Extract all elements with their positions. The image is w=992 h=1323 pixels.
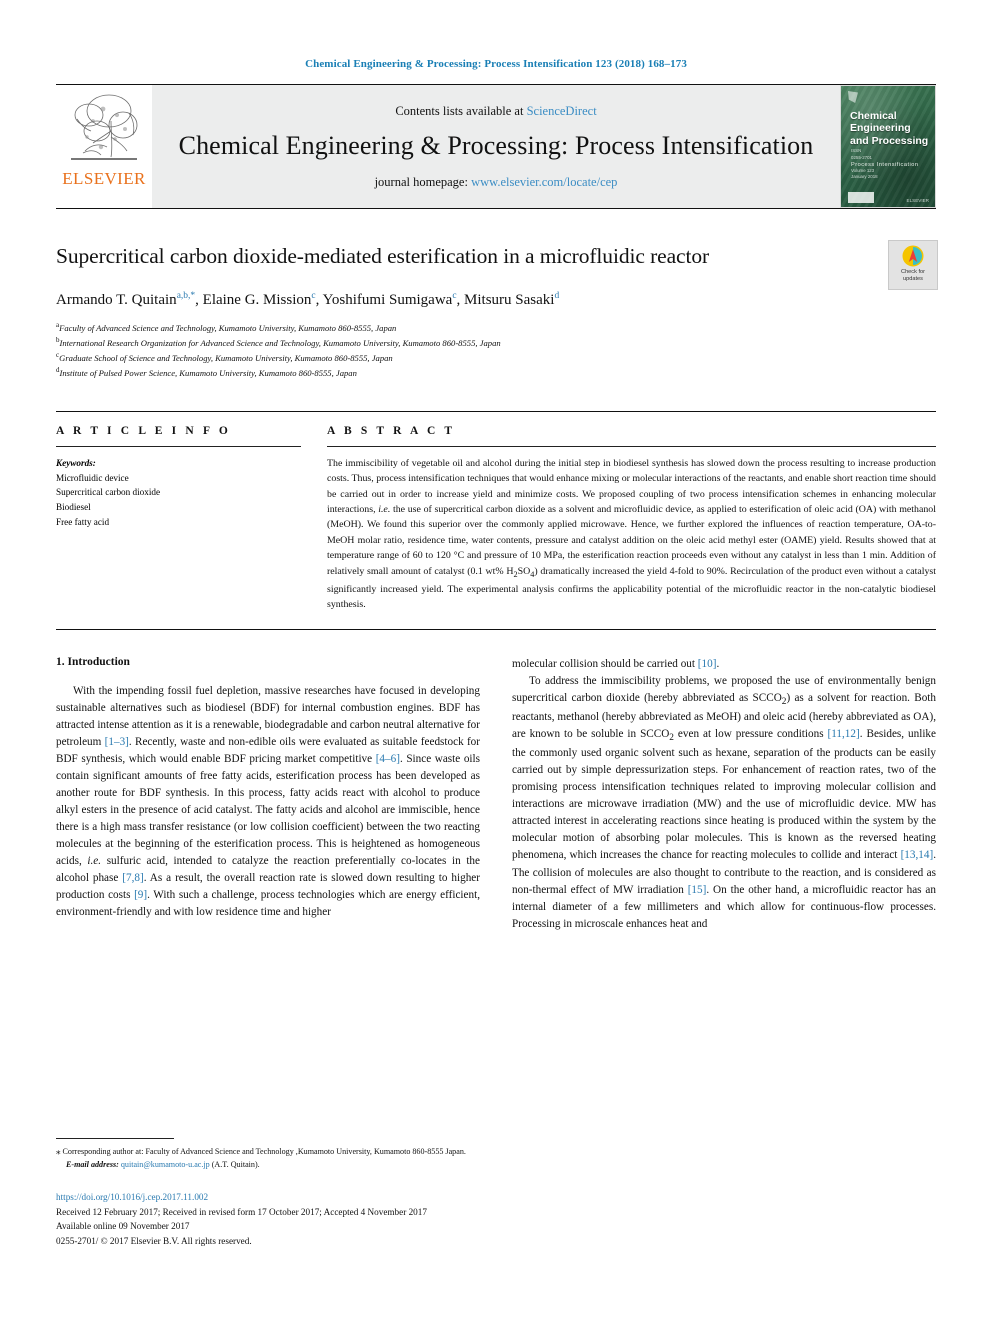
affiliation-text: Graduate School of Science and Technolog… [59, 353, 393, 364]
abstract-rule [327, 445, 936, 447]
affiliation-text: International Research Organization for … [59, 337, 501, 348]
doi-link[interactable]: https://doi.org/10.1016/j.cep.2017.11.00… [56, 1190, 616, 1205]
journal-title: Chemical Engineering & Processing: Proce… [178, 130, 814, 160]
keywords-label: Keywords: [56, 457, 96, 468]
title-block: Supercritical carbon dioxide-mediated es… [56, 240, 938, 381]
masthead-bottom-rule [56, 208, 936, 209]
affiliation-item: aFaculty of Advanced Science and Technol… [56, 320, 936, 335]
contents-prefix: Contents lists available at [395, 103, 527, 118]
crossmark-badge[interactable]: Check for updates [888, 240, 938, 290]
intro-paragraph-right: To address the immiscibility problems, w… [512, 674, 937, 930]
masthead-center: Contents lists available at ScienceDirec… [152, 85, 840, 208]
journal-cover-thumbnail[interactable]: Chemical Engineering and Processing Proc… [840, 85, 936, 208]
publication-info: https://doi.org/10.1016/j.cep.2017.11.00… [56, 1190, 616, 1249]
affiliation-item: cGraduate School of Science and Technolo… [56, 350, 936, 365]
email-suffix: (A.T. Quitain). [211, 1159, 260, 1169]
article-page: Chemical Engineering & Processing: Proce… [0, 0, 992, 1323]
article-info-rule [56, 445, 301, 447]
available-online: Available online 09 November 2017 [56, 1221, 190, 1232]
cover-imprint: ELSEVIER [906, 198, 929, 203]
article-info-column: A R T I C L E I N F O Keywords: Microflu… [56, 425, 301, 613]
homepage-prefix: journal homepage: [374, 174, 472, 189]
intro-paragraph-left: With the impending fossil fuel depletion… [56, 684, 480, 918]
cover-footer-block [848, 192, 874, 203]
body-column-left: 1. Introduction With the impending fossi… [56, 656, 480, 933]
crossmark-icon [902, 245, 924, 267]
elsevier-wordmark: ELSEVIER [62, 169, 146, 188]
abstract-column: A B S T R A C T The immiscibility of veg… [327, 425, 936, 613]
article-info-heading: A R T I C L E I N F O [56, 424, 231, 437]
sciencedirect-link[interactable]: ScienceDirect [527, 104, 597, 118]
journal-homepage-link[interactable]: www.elsevier.com/locate/cep [471, 175, 617, 189]
running-head: Chemical Engineering & Processing: Proce… [305, 58, 687, 70]
body-columns: 1. Introduction With the impending fossi… [56, 656, 936, 933]
section-title-introduction: 1. Introduction [56, 655, 130, 668]
author-list: Armando T. Quitaina,b,*, Elaine G. Missi… [56, 290, 560, 308]
email-label: E-mail address: [66, 1159, 119, 1169]
affiliation-item: dInstitute of Pulsed Power Science, Kuma… [56, 365, 936, 380]
footnote-rule [56, 1138, 174, 1139]
intro-paragraph-right-cont: molecular collision should be carried ou… [512, 657, 720, 670]
body-column-right: molecular collision should be carried ou… [512, 656, 936, 933]
info-abstract-band: A R T I C L E I N F O Keywords: Microflu… [56, 410, 936, 630]
crossmark-label: Check for updates [901, 269, 925, 282]
journal-masthead: ELSEVIER Contents lists available at Sci… [56, 84, 936, 208]
affiliation-text: Institute of Pulsed Power Science, Kumam… [59, 368, 357, 379]
affiliation-item: bInternational Research Organization for… [56, 335, 936, 350]
email-link[interactable]: quitain@kumamoto-u.ac.jp [121, 1160, 210, 1169]
cover-title: Chemical Engineering and Processing [850, 110, 929, 147]
affiliation-text: Faculty of Advanced Science and Technolo… [59, 322, 397, 333]
journal-homepage-line: journal homepage: www.elsevier.com/locat… [375, 175, 618, 190]
elsevier-logo: ELSEVIER [56, 85, 152, 208]
keyword-item: Supercritical carbon dioxide [56, 487, 161, 498]
footnote-area: ⁎ Corresponding author at: Faculty of Ad… [56, 1138, 490, 1172]
corresponding-author-footnote: ⁎ Corresponding author at: Faculty of Ad… [56, 1146, 466, 1156]
abstract-text: The immiscibility of vegetable oil and a… [327, 457, 936, 611]
affiliation-list: aFaculty of Advanced Science and Technol… [56, 320, 936, 381]
abstract-heading: A B S T R A C T [327, 424, 456, 437]
keyword-item: Free fatty acid [56, 517, 110, 528]
email-footnote: E-mail address: quitain@kumamoto-u.ac.jp… [56, 1159, 490, 1172]
received-dates: Received 12 February 2017; Received in r… [56, 1206, 427, 1217]
copyright-line: 0255-2701/ © 2017 Elsevier B.V. All righ… [56, 1236, 252, 1247]
contents-available-line: Contents lists available at ScienceDirec… [395, 104, 596, 119]
page-title: Supercritical carbon dioxide-mediated es… [56, 244, 710, 268]
keyword-item: Microfluidic device [56, 472, 129, 483]
elsevier-tree-icon [71, 94, 138, 160]
keyword-item: Biodiesel [56, 502, 91, 513]
cover-side-lines: ISSN 0255-2701 Volume 123 January 2018 [851, 147, 878, 180]
